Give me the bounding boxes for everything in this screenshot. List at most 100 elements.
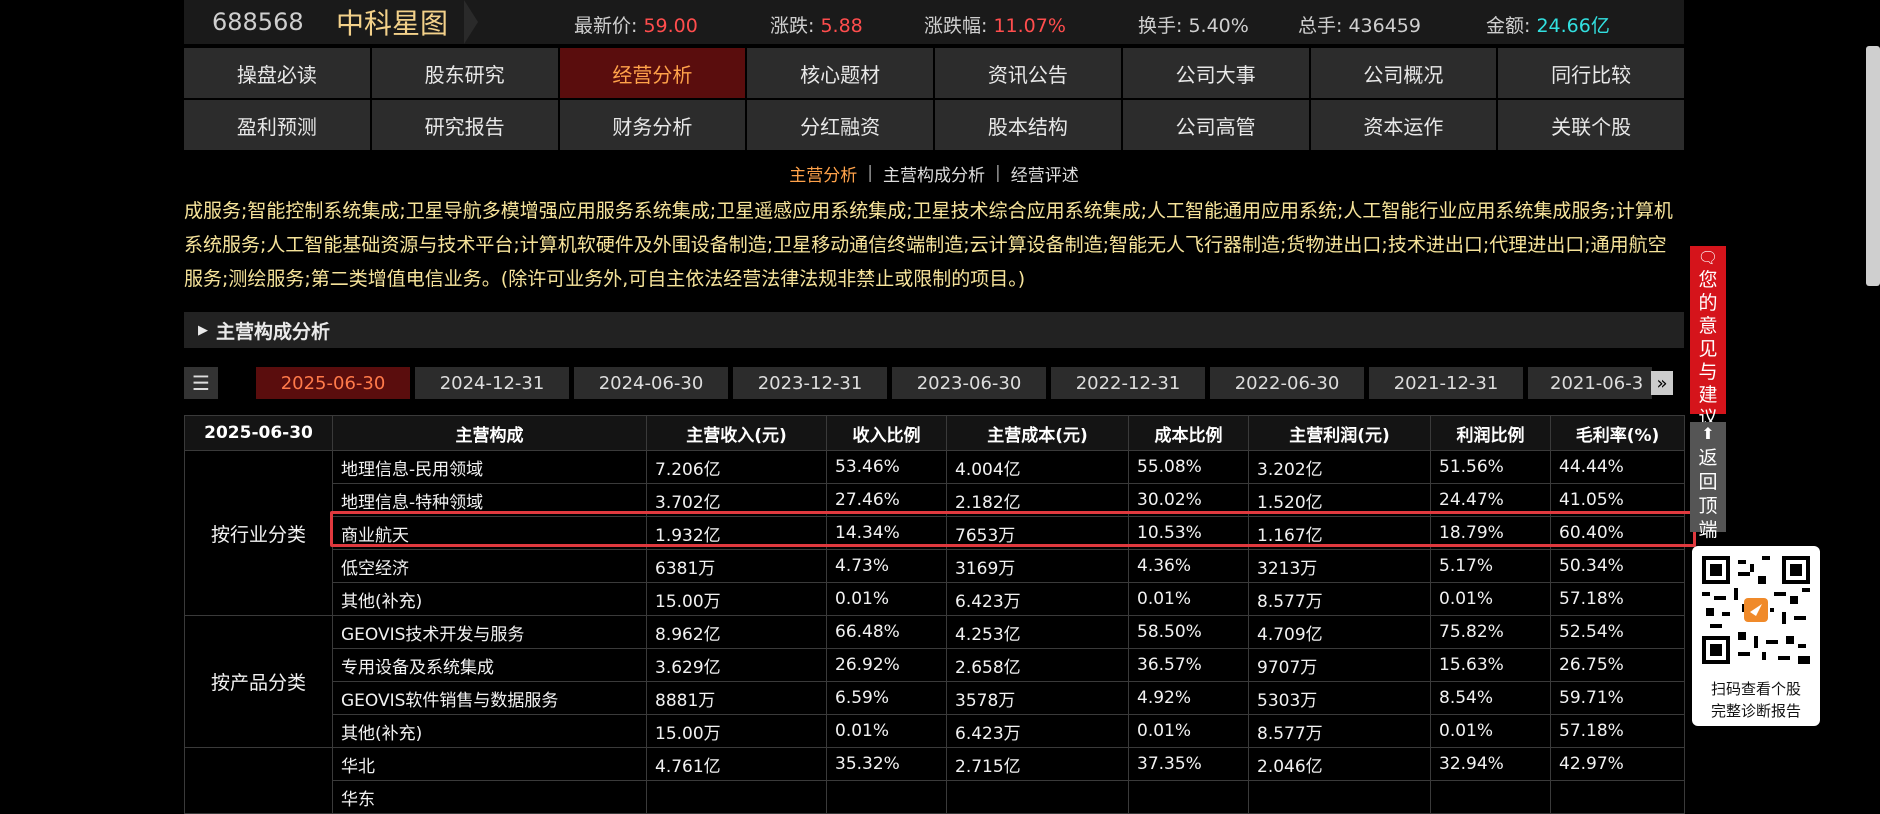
table-row: 其他(补充) 15.00万 0.01% 6.423万 0.01% 8.577万 0.01% 5…: [185, 714, 1685, 748]
col-header[interactable]: 2025-06-30: [184, 415, 333, 451]
table-cell: 36.57%: [1128, 648, 1249, 682]
table-cell: 41.05%: [1550, 483, 1685, 517]
table-cell: 0.01%: [826, 714, 947, 748]
nav-caiwu[interactable]: 财务分析: [559, 100, 746, 150]
nav-jingying[interactable]: 经营分析: [559, 48, 746, 98]
table-cell: 26.75%: [1550, 648, 1685, 682]
section-title: 主营构成分析: [216, 320, 331, 343]
col-header[interactable]: 利润比例: [1430, 415, 1551, 451]
qr-caption: 扫码查看个股 完整诊断报告: [1692, 678, 1820, 722]
main-content: 688568 中科星图 最新价: 59.00 涨跌: 5.88 涨跌幅: 11.…: [184, 0, 1685, 814]
table-cell: [1128, 780, 1249, 814]
segment-name: GEOVIS软件销售与数据服务: [332, 681, 647, 715]
table-cell: 4.709亿: [1248, 615, 1431, 649]
arrow-up-icon: ⬆: [1701, 424, 1715, 443]
table-row: 按行业分类 地理信息-民用领域 7.206亿 53.46% 4.004亿 55.08% 3.…: [184, 450, 1685, 616]
list-icon[interactable]: ☰: [184, 367, 218, 399]
date-tab[interactable]: 2023-12-31: [733, 367, 887, 399]
table-cell: 3169万: [946, 549, 1129, 583]
feedback-label: 您的意见与建议: [1698, 269, 1718, 429]
table-cell: 8881万: [646, 681, 827, 715]
nav-yanjiu[interactable]: 研究报告: [371, 100, 558, 150]
table-cell: 14.34%: [826, 516, 947, 550]
table-cell: 15.00万: [646, 582, 827, 616]
next-arrow-icon[interactable]: »: [1651, 371, 1673, 395]
col-header[interactable]: 成本比例: [1128, 415, 1249, 451]
table-cell: 5303万: [1248, 681, 1431, 715]
table-cell: 6.423万: [946, 714, 1129, 748]
table-cell: [826, 780, 947, 814]
sub-nav: 主营分析 | 主营构成分析 | 经营评述: [184, 154, 1684, 192]
table-cell: 57.18%: [1550, 714, 1685, 748]
nav-guben[interactable]: 股本结构: [935, 100, 1121, 150]
date-tab[interactable]: 2022-06-30: [1210, 367, 1364, 399]
nav-ziben[interactable]: 资本运作: [1310, 100, 1497, 150]
nav-yingli[interactable]: 盈利预测: [184, 100, 370, 150]
nav-fenhong[interactable]: 分红融资: [747, 100, 933, 150]
table-cell: 8.577万: [1248, 582, 1431, 616]
nav-gaoguan[interactable]: 公司高管: [1122, 100, 1309, 150]
qr-panel[interactable]: 扫码查看个股 完整诊断报告: [1692, 546, 1820, 726]
date-tab[interactable]: 2023-06-30: [892, 367, 1046, 399]
date-tab[interactable]: 2021-12-31: [1369, 367, 1523, 399]
table-cell: [946, 780, 1129, 814]
table-cell: 15.63%: [1430, 648, 1551, 682]
date-tab[interactable]: 2022-12-31: [1051, 367, 1205, 399]
col-header[interactable]: 主营利润(元): [1248, 415, 1431, 451]
subnav-zhuying[interactable]: 主营分析: [789, 161, 857, 186]
nav-zixun[interactable]: 资讯公告: [935, 48, 1121, 98]
table-row: 按产品分类 GEOVIS技术开发与服务 8.962亿 66.48% 4.253亿 58.5…: [184, 615, 1685, 748]
table-cell: 4.36%: [1128, 549, 1249, 583]
table-cell: 2.715亿: [946, 747, 1129, 781]
nav-caopan[interactable]: 操盘必读: [184, 48, 370, 98]
feedback-button[interactable]: 🗨 您的意见与建议: [1690, 246, 1726, 429]
col-header[interactable]: 主营构成: [332, 415, 647, 451]
col-header[interactable]: 毛利率(%): [1550, 415, 1685, 451]
table-cell: 1.932亿: [646, 516, 827, 550]
date-tab[interactable]: 2024-12-31: [415, 367, 569, 399]
date-tab[interactable]: 2024-06-30: [574, 367, 728, 399]
table-cell: 3578万: [946, 681, 1129, 715]
back-to-top-button[interactable]: ⬆ 返回顶端: [1690, 422, 1726, 541]
turnover-rate: 换手: 5.40%: [1138, 15, 1249, 37]
table-cell: 6381万: [646, 549, 827, 583]
group-label: 按产品分类: [184, 615, 333, 748]
nav-gudong[interactable]: 股东研究: [371, 48, 558, 98]
change-pct: 涨跌幅: 11.07%: [924, 15, 1066, 37]
nav-dashi[interactable]: 公司大事: [1122, 48, 1309, 98]
table-cell: 4.004亿: [946, 450, 1129, 484]
col-header[interactable]: 主营收入(元): [646, 415, 827, 451]
table-cell: [1248, 780, 1431, 814]
table-cell: 1.167亿: [1248, 516, 1431, 550]
subnav-pingshu[interactable]: 经营评述: [1011, 161, 1079, 186]
table-cell: 2.046亿: [1248, 747, 1431, 781]
col-header[interactable]: 收入比例: [826, 415, 947, 451]
subnav-goucheng[interactable]: 主营构成分析: [883, 161, 985, 186]
separator: |: [995, 163, 1001, 183]
table-cell: 7653万: [946, 516, 1129, 550]
table-cell: 7.206亿: [646, 450, 827, 484]
back-top-label: 返回顶端: [1698, 447, 1718, 541]
nav-ticai[interactable]: 核心题材: [747, 48, 933, 98]
table-cell: 50.34%: [1550, 549, 1685, 583]
section-header[interactable]: ▶ 主营构成分析: [184, 312, 1684, 348]
date-tab[interactable]: 2025-06-30: [256, 367, 410, 399]
latest-price: 最新价: 59.00: [574, 15, 698, 37]
nav-tonghang[interactable]: 同行比较: [1498, 48, 1684, 98]
table-cell: 0.01%: [1128, 582, 1249, 616]
scrollbar-thumb[interactable]: [1866, 46, 1880, 286]
table-cell: 57.18%: [1550, 582, 1685, 616]
business-scope-text: 成服务;智能控制系统集成;卫星导航多模增强应用服务系统集成;卫星遥感应用系统集成…: [184, 200, 1673, 290]
table-cell: 2.182亿: [946, 483, 1129, 517]
table-cell: 0.01%: [1128, 714, 1249, 748]
table-cell: 52.54%: [1550, 615, 1685, 649]
triangle-right-icon: ▶: [198, 322, 208, 338]
table-cell: 66.48%: [826, 615, 947, 649]
col-header[interactable]: 主营成本(元): [946, 415, 1129, 451]
table-cell: 3213万: [1248, 549, 1431, 583]
nav-gaikuang[interactable]: 公司概况: [1310, 48, 1497, 98]
nav-guanlian[interactable]: 关联个股: [1498, 100, 1684, 150]
segment-name: 商业航天: [332, 516, 647, 550]
table-cell: 30.02%: [1128, 483, 1249, 517]
date-tab[interactable]: 2021-06-3: [1528, 367, 1652, 399]
